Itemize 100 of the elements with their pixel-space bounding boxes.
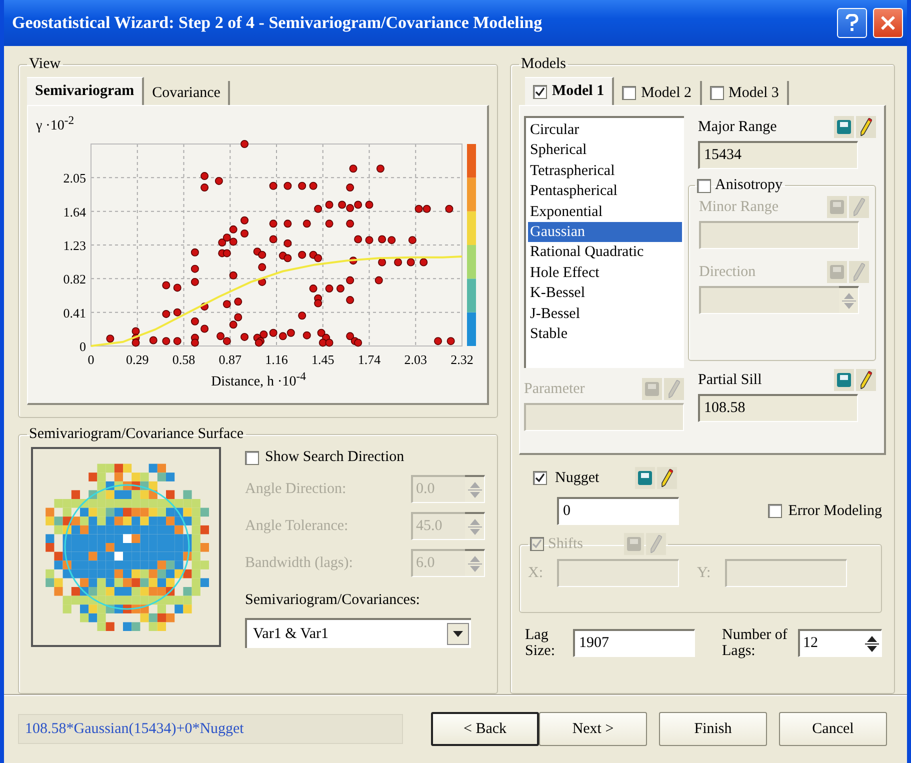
view-tab[interactable]: Semivariogram — [27, 77, 144, 105]
tick-label: 1.45 — [312, 352, 334, 367]
store-button[interactable] — [635, 467, 655, 489]
dialog-button[interactable]: Finish — [659, 712, 767, 746]
checkbox[interactable] — [533, 471, 547, 485]
checkbox-label: Nugget — [555, 470, 600, 486]
checkbox-label: Error Modeling — [788, 502, 882, 520]
help-button[interactable] — [837, 8, 867, 38]
data-point — [229, 225, 238, 234]
checkbox[interactable] — [697, 178, 711, 192]
data-point — [229, 320, 238, 328]
model-list-item[interactable]: Circular — [528, 120, 682, 140]
checkbox[interactable] — [710, 86, 724, 100]
store-button[interactable] — [834, 369, 854, 391]
tick-label: 0.29 — [126, 352, 149, 367]
store-button[interactable] — [834, 116, 854, 138]
pencil-icon — [668, 380, 680, 398]
group-title: Semivariogram/Covariance Surface — [28, 426, 244, 443]
checkbox[interactable] — [533, 84, 547, 98]
data-point — [325, 219, 334, 228]
checkbox[interactable] — [622, 86, 636, 100]
data-point — [314, 298, 322, 307]
covariance-dropdown[interactable]: Var1 & Var1 — [245, 618, 471, 648]
data-point — [229, 271, 238, 280]
edit-button[interactable] — [657, 467, 677, 489]
data-point — [346, 183, 354, 192]
lag-size-field[interactable]: 1907 — [573, 629, 695, 657]
tick-label: 1.23 — [63, 238, 86, 253]
data-point — [302, 330, 311, 339]
data-point — [374, 276, 383, 284]
tick-label: 1.16 — [265, 352, 288, 367]
edit-button[interactable] — [856, 369, 876, 391]
checkbox[interactable] — [245, 450, 259, 464]
model-list[interactable]: Circular Spherical Tetraspherical Pentaspherical Exponential Gaussian Rational Quadratic Hole Effect K-Bessel J-Bessel Stable — [524, 116, 684, 368]
model-list-item[interactable]: K-Bessel — [528, 283, 682, 304]
data-point — [445, 204, 454, 213]
x-axis-label: Distance, h ·10$^{-4}$ — [211, 368, 306, 392]
data-point — [173, 308, 182, 316]
help-icon — [845, 14, 859, 32]
field-label: Y: — [697, 564, 711, 582]
caret-icon — [453, 631, 463, 637]
data-point — [354, 200, 362, 208]
model-list-item[interactable]: Hole Effect — [528, 262, 682, 284]
model-list-item[interactable]: Pentaspherical — [528, 181, 682, 202]
model-list-item[interactable]: J-Bessel — [528, 304, 682, 324]
data-point — [408, 236, 416, 244]
data-point — [298, 182, 306, 190]
model-list-item[interactable]: Spherical — [528, 140, 682, 161]
data-point — [234, 297, 242, 306]
data-point — [218, 238, 226, 246]
model-list-item[interactable]: Gaussian — [528, 222, 682, 242]
close-button[interactable] — [873, 8, 903, 38]
data-point — [173, 283, 182, 292]
value-field[interactable]: 15434 — [698, 141, 858, 169]
data-point — [162, 310, 170, 318]
data-point — [162, 280, 170, 289]
data-point — [354, 338, 362, 346]
tick-label: 2.05 — [63, 170, 86, 186]
value-field[interactable]: 108.58 — [698, 394, 858, 422]
data-point — [446, 336, 455, 345]
tick-label: 0 — [80, 338, 86, 354]
model-tab[interactable]: Model 1 — [525, 77, 614, 105]
data-point — [190, 338, 199, 346]
data-point — [240, 216, 249, 224]
checkbox[interactable] — [768, 504, 782, 518]
field-label: Major Range — [698, 118, 777, 136]
data-point — [269, 328, 278, 337]
data-point — [284, 254, 292, 262]
data-point — [314, 204, 322, 213]
data-point — [325, 284, 334, 292]
floppy-icon — [645, 382, 659, 396]
data-point — [298, 250, 306, 258]
data-point — [240, 140, 249, 148]
data-point — [200, 324, 209, 332]
dialog-button[interactable]: < Back — [431, 712, 539, 746]
data-point — [336, 284, 344, 292]
window-title: Geostatistical Wizard: Step 2 of 4 - Semivariogram/Covariance Modeling — [12, 13, 544, 33]
dialog-button[interactable]: Cancel — [779, 712, 887, 746]
nugget-field[interactable]: 0 — [557, 497, 679, 525]
data-point — [200, 302, 209, 310]
model-list-item[interactable]: Stable — [528, 324, 682, 344]
model-list-item[interactable]: Exponential — [528, 202, 682, 222]
tick-label: 1.64 — [63, 204, 86, 219]
pencil-icon — [661, 469, 673, 487]
data-point — [222, 336, 231, 345]
data-point — [349, 256, 358, 264]
data-point — [284, 182, 292, 190]
edit-button[interactable] — [856, 116, 876, 138]
model-list-item[interactable]: Rational Quadratic — [528, 242, 682, 263]
field-label: Partial Sill — [698, 372, 762, 388]
tick-label: 0 — [88, 352, 94, 367]
data-point — [132, 326, 140, 335]
data-point — [162, 336, 170, 345]
dialog-button[interactable]: Next > — [539, 712, 647, 746]
close-icon — [881, 16, 895, 30]
tick-label: 0.82 — [63, 271, 86, 286]
checkbox-label: Show Search Direction — [265, 449, 404, 466]
pencil-icon — [650, 535, 662, 553]
model-list-item[interactable]: Tetraspherical — [528, 160, 682, 182]
data-point — [173, 336, 182, 345]
